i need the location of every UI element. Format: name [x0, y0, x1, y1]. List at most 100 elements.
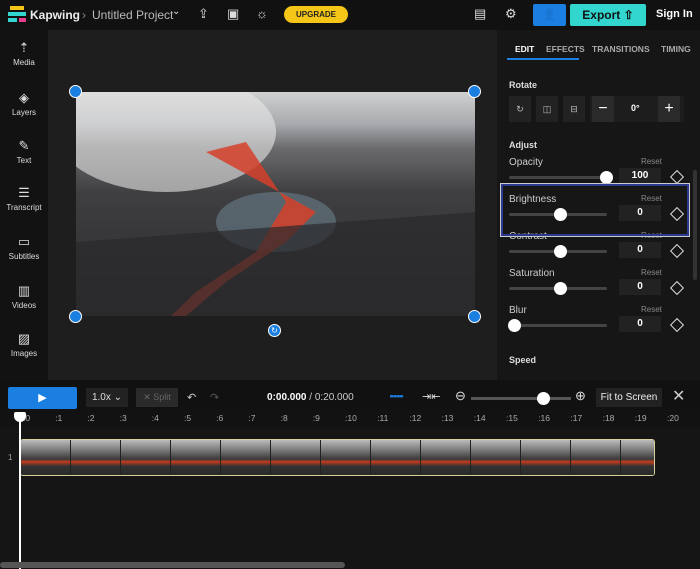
keyframe-diamond-icon[interactable] [669, 280, 685, 296]
snap-icon[interactable]: ╍╍ [390, 390, 403, 403]
playhead[interactable] [19, 418, 21, 569]
saturation-label: Saturation [509, 268, 555, 279]
rotation-value[interactable]: 0° [631, 103, 640, 113]
upgrade-label: UPGRADE [295, 10, 336, 19]
clip-thumbnail [221, 440, 271, 475]
blur-reset-button[interactable]: Reset [641, 305, 662, 314]
keyframe-diamond-icon[interactable] [669, 169, 685, 185]
opacity-value-input[interactable]: 100 [619, 168, 661, 184]
close-icon[interactable]: ✕ [672, 386, 685, 406]
keyframe-diamond-icon[interactable] [669, 243, 685, 259]
kapwing-logo[interactable] [8, 6, 26, 23]
opacity-label: Opacity [509, 157, 543, 168]
flip-horizontal-icon: ◫ [542, 104, 552, 114]
ruler-tick: :20 [667, 413, 679, 423]
ruler-tick: :13 [441, 413, 454, 423]
video-layer[interactable] [76, 92, 475, 316]
flip-horizontal-button[interactable]: ◫ [536, 96, 558, 122]
blur-slider-knob[interactable] [508, 319, 521, 332]
fit-to-screen-button[interactable]: Fit to Screen [596, 388, 662, 407]
zoom-slider-knob[interactable] [537, 392, 550, 405]
zoom-in-icon[interactable]: ⊕ [575, 388, 586, 404]
preview-icon[interactable]: ▣ [227, 6, 239, 22]
saturation-reset-button[interactable]: Reset [641, 268, 662, 277]
split-button[interactable]: ✕ Split [136, 388, 178, 407]
brand-name[interactable]: Kapwing [30, 8, 80, 22]
export-button[interactable]: Export ⇧ [570, 4, 646, 26]
tab-transitions[interactable]: TRANSITIONS [592, 44, 650, 54]
resize-handle-bottom-left[interactable] [69, 310, 82, 323]
sidebar-item-label: Subtitles [8, 252, 40, 261]
zoom-out-icon[interactable]: ⊖ [455, 388, 466, 404]
rotate-heading: Rotate [509, 80, 538, 90]
video-track-clip[interactable] [20, 439, 655, 476]
ruler-tick: :18 [602, 413, 615, 423]
saturation-slider-knob[interactable] [554, 282, 567, 295]
share-icon: ⇧ [623, 8, 634, 22]
zoom-slider[interactable] [471, 397, 571, 400]
tab-timing[interactable]: TIMING [661, 44, 691, 54]
opacity-slider-knob[interactable] [600, 171, 613, 184]
ruler-tick: :8 [280, 413, 288, 423]
sidebar-item-layers[interactable]: ◈ Layers [0, 90, 48, 117]
speed-heading: Speed [509, 355, 537, 365]
tab-edit[interactable]: EDIT [515, 44, 534, 54]
upgrade-button[interactable]: UPGRADE [284, 6, 348, 23]
share-button[interactable]: 👤 [533, 4, 566, 26]
flip-vertical-icon: ⊟ [570, 104, 578, 114]
lightbulb-icon[interactable]: ☼ [256, 6, 268, 21]
rotate-button[interactable]: ↻ [509, 96, 531, 122]
tab-effects[interactable]: EFFECTS [546, 44, 585, 54]
sidebar-item-media[interactable]: ⇡ Media [0, 40, 48, 67]
transcript-icon: ☰ [18, 185, 30, 200]
sign-in-link[interactable]: Sign In [656, 8, 693, 20]
resize-handle-top-right[interactable] [468, 85, 481, 98]
opacity-reset-button[interactable]: Reset [641, 157, 662, 166]
rotate-increase-button[interactable]: + [658, 96, 680, 122]
speed-select[interactable]: 1.0x ⌄ [86, 388, 128, 407]
adjust-heading: Adjust [509, 140, 537, 150]
comments-icon[interactable]: ▤ [474, 6, 486, 22]
breadcrumb-separator: › [82, 8, 86, 22]
rotate-handle-icon[interactable]: ↻ [268, 324, 281, 337]
rotate-icon: ↻ [516, 104, 524, 114]
sidebar-item-label: Text [16, 156, 32, 165]
ruler-tick: :19 [634, 413, 647, 423]
keyframe-diamond-icon[interactable] [669, 317, 685, 333]
play-icon: ▶ [38, 392, 47, 404]
upload-icon[interactable]: ⇪ [198, 6, 209, 22]
timeline-scrollbar[interactable] [0, 562, 345, 568]
gear-icon[interactable]: ⚙ [505, 6, 517, 22]
ruler-tick: :1 [55, 413, 63, 423]
ruler-tick: :5 [184, 413, 192, 423]
sidebar-item-videos[interactable]: ▥ Videos [0, 283, 48, 310]
sidebar-item-transcript[interactable]: ☰ Transcript [0, 185, 48, 212]
sidebar-item-label: Videos [11, 301, 37, 310]
sidebar-item-subtitles[interactable]: ▭ Subtitles [0, 234, 48, 261]
sidebar-item-images[interactable]: ▨ Images [0, 331, 48, 358]
rotate-decrease-button[interactable]: − [592, 96, 614, 122]
flip-vertical-button[interactable]: ⊟ [563, 96, 585, 122]
project-title[interactable]: Untitled Project [92, 8, 173, 22]
fit-track-icon[interactable]: ⇥⇤ [422, 390, 440, 403]
resize-handle-top-left[interactable] [69, 85, 82, 98]
play-button[interactable]: ▶ [8, 387, 77, 409]
time-display: 0:00.000 / 0:20.000 [267, 392, 354, 403]
sidebar-item-text[interactable]: ✎ Text [0, 138, 48, 165]
blur-value-input[interactable]: 0 [619, 316, 661, 332]
upload-cloud-icon: ⇡ [18, 40, 30, 55]
undo-icon[interactable]: ↶ [187, 391, 196, 404]
resize-handle-bottom-right[interactable] [468, 310, 481, 323]
ruler-tick: :9 [312, 413, 320, 423]
ruler-tick: :10 [345, 413, 357, 423]
contrast-slider-knob[interactable] [554, 245, 567, 258]
chevron-down-icon[interactable]: ⌄ [172, 6, 180, 17]
opacity-slider[interactable] [509, 176, 607, 179]
sidebar-item-label: Layers [11, 108, 36, 117]
panel-scrollbar[interactable] [693, 170, 697, 280]
blur-slider[interactable] [509, 324, 607, 327]
saturation-value-input[interactable]: 0 [619, 279, 661, 295]
clip-thumbnail [621, 440, 654, 475]
contrast-value-input[interactable]: 0 [619, 242, 661, 258]
redo-icon[interactable]: ↷ [210, 391, 219, 404]
